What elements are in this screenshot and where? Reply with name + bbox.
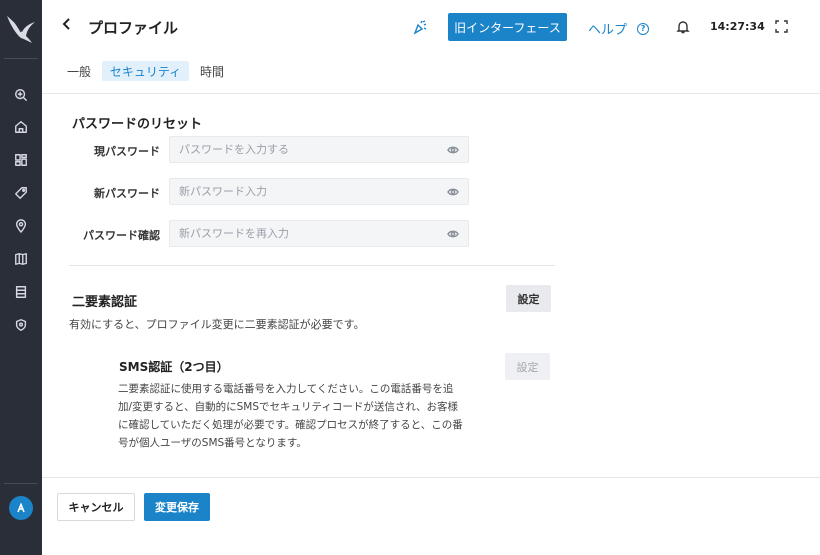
- party-popper-icon[interactable]: [412, 19, 428, 35]
- two-factor-title: 二要素認証: [72, 295, 138, 310]
- save-changes-button[interactable]: 変更保存: [144, 493, 210, 521]
- logo-bird-icon[interactable]: [4, 10, 38, 46]
- tab-general[interactable]: 一般: [64, 61, 94, 81]
- cancel-button[interactable]: キャンセル: [57, 493, 135, 521]
- zoom-in-icon[interactable]: [11, 85, 31, 105]
- eye-icon[interactable]: [447, 144, 459, 156]
- current-password-field: [169, 136, 469, 163]
- password-reset-title: パスワードのリセット: [72, 117, 203, 132]
- sms-settings-button[interactable]: 設定: [505, 353, 550, 380]
- user-avatar-icon[interactable]: [9, 496, 33, 520]
- sms-auth-title: SMS認証（2つ目）: [119, 360, 229, 374]
- help-label: ヘルプ: [588, 23, 628, 38]
- server-icon[interactable]: [11, 282, 31, 302]
- dashboard-icon[interactable]: [11, 150, 31, 170]
- map-icon[interactable]: [11, 249, 31, 269]
- home-icon[interactable]: [11, 117, 31, 137]
- legacy-interface-button[interactable]: 旧インターフェース: [448, 13, 567, 41]
- sidebar-divider: [4, 58, 38, 59]
- fullscreen-icon[interactable]: [775, 20, 789, 34]
- page-title: プロファイル: [88, 19, 179, 37]
- sidebar-divider: [4, 483, 38, 484]
- section-divider: [69, 265, 555, 266]
- new-password-field: [169, 178, 469, 205]
- eye-icon[interactable]: [447, 186, 459, 198]
- new-password-label: 新パスワード: [94, 187, 160, 200]
- confirm-password-field: [169, 220, 469, 247]
- two-factor-settings-button[interactable]: 設定: [506, 285, 551, 312]
- tab-bar: 一般 セキュリティ 時間: [42, 54, 820, 94]
- tab-time[interactable]: 時間: [196, 61, 228, 81]
- eye-icon[interactable]: [447, 228, 459, 240]
- sms-auth-description: 二要素認証に使用する電話番号を入力してください。この電話番号を追加/変更すると、…: [118, 383, 463, 449]
- confirm-password-input[interactable]: [170, 221, 440, 246]
- location-pin-icon[interactable]: [11, 216, 31, 236]
- help-link[interactable]: ヘルプ ?: [588, 19, 650, 38]
- clock: 14:27:34: [710, 20, 765, 33]
- tab-security[interactable]: セキュリティ: [102, 61, 189, 81]
- tag-icon[interactable]: [11, 183, 31, 203]
- back-arrow-icon[interactable]: [60, 17, 76, 37]
- current-password-label: 現パスワード: [94, 145, 160, 158]
- header: プロファイル 旧インターフェース ヘルプ ? 14:27:34: [42, 0, 820, 54]
- bell-icon[interactable]: [676, 19, 690, 35]
- sidebar: [0, 0, 42, 555]
- help-icon: ?: [637, 22, 650, 35]
- shield-icon[interactable]: [11, 315, 31, 335]
- new-password-input[interactable]: [170, 179, 440, 204]
- two-factor-description: 有効にすると、プロファイル変更に二要素認証が必要です。: [69, 318, 365, 331]
- confirm-password-label: パスワード確認: [83, 229, 160, 242]
- current-password-input[interactable]: [170, 137, 440, 162]
- footer: キャンセル 変更保存: [42, 477, 820, 555]
